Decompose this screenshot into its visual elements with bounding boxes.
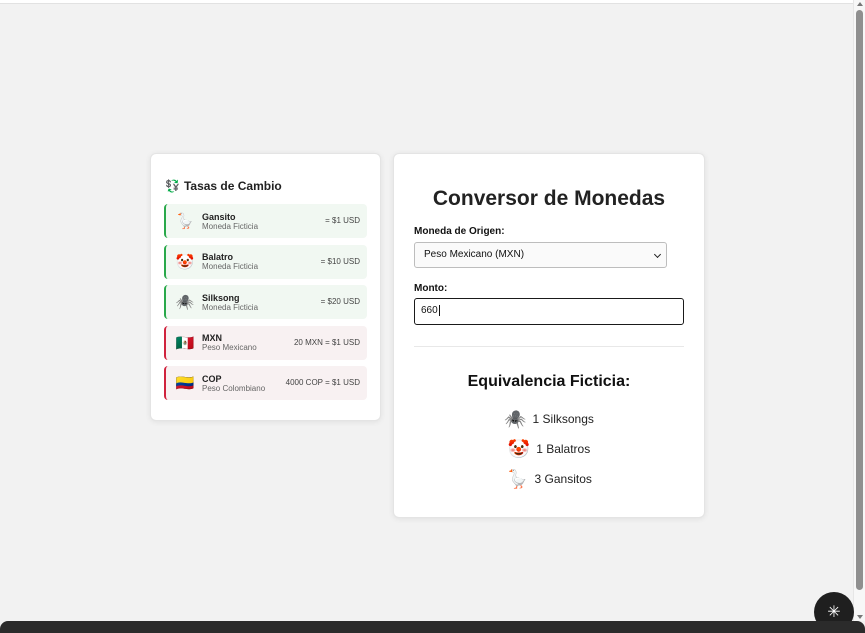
amount-value: 660 [421,305,438,316]
rate-name: Gansito [202,211,236,222]
origin-currency-value: Peso Mexicano (MXN) [424,249,525,260]
rate-name: Silksong [202,292,240,303]
rate-subtitle: Moneda Ficticia [202,302,259,312]
bottom-bar [0,621,865,633]
equivalence-text: 1 Silksongs [532,412,594,426]
amount-input[interactable]: 660 [414,298,684,325]
rate-value: = $1 USD [325,216,360,225]
rate-subtitle: Peso Mexicano [202,343,257,352]
converter-panel: Conversor de Monedas Moneda de Origen: P… [393,153,705,518]
rate-item-balatro: 🤡 Balatro Moneda Ficticia = $10 USD [164,244,367,279]
rate-subtitle: Peso Colombiano [202,383,266,393]
chevron-down-icon [653,250,662,259]
goose-icon: 🪿 [175,213,195,230]
rate-name: MXN [202,333,222,343]
rate-item-silksong: 🕷️ Silksong Moneda Ficticia = $20 USD [164,285,367,319]
equivalence-item-silksong: 🕷️ 1 Silksongs [394,404,704,434]
origin-currency-label: Moneda de Origen: [414,226,505,237]
colombia-flag-icon: 🇨🇴 [175,375,195,392]
rate-item-gansito: 🪿 Gansito Moneda Ficticia = $1 USD [164,204,367,238]
rate-subtitle: Moneda Ficticia [202,221,259,231]
goose-icon: 🪿 [506,468,529,489]
text-caret [438,304,440,316]
currency-exchange-icon: 💱 [165,179,180,193]
mexico-flag-icon: 🇲🇽 [175,334,195,352]
spider-icon: 🕷️ [504,408,527,429]
rates-panel: 💱 Tasas de Cambio 🪿 Gansito Moneda Ficti… [150,153,381,421]
rates-title-text: Tasas de Cambio [183,179,282,193]
equivalence-text: 3 Gansitos [534,472,592,486]
rate-item-mxn: 🇲🇽 MXN Peso Mexicano 20 MXN = $1 USD [164,325,367,360]
divider [414,346,684,347]
clown-icon: 🤡 [175,253,195,271]
vertical-scrollbar[interactable] [853,0,865,621]
scrollbar-thumb[interactable] [856,10,863,590]
equivalence-item-balatro: 🤡 1 Balatros [394,434,704,464]
spider-icon: 🕷️ [175,294,195,311]
equivalence-text: 1 Balatros [536,442,591,456]
rate-value: = $20 USD [320,297,360,306]
clown-icon: 🤡 [507,438,531,459]
equivalence-list: 🕷️ 1 Silksongs 🤡 1 Balatros 🪿 3 Gansitos [394,404,704,494]
rate-name: COP [202,373,222,384]
scroll-up-arrow-icon[interactable] [857,2,863,6]
browser-top-edge [0,0,854,4]
rate-name: Balatro [202,252,234,262]
rate-item-cop: 🇨🇴 COP Peso Colombiano 4000 COP = $1 USD [164,366,367,400]
rate-value: 20 MXN = $1 USD [293,337,360,347]
scroll-down-arrow-icon[interactable] [857,615,863,619]
rate-list: 🪿 Gansito Moneda Ficticia = $1 USD 🤡 Bal… [164,204,367,407]
amount-label: Monto: [414,283,448,294]
equivalence-title: Equivalencia Ficticia: [467,373,631,390]
rate-value: = $10 USD [320,256,360,266]
loading-spinner-icon: ✳ [827,604,841,621]
origin-currency-select[interactable]: Peso Mexicano (MXN) [414,242,667,268]
converter-title: Conversor de Monedas [432,187,666,210]
rates-title: 💱 Tasas de Cambio [165,179,282,193]
rate-subtitle: Moneda Ficticia [202,262,259,271]
equivalence-item-gansito: 🪿 3 Gansitos [394,464,704,494]
rate-value: 4000 COP = $1 USD [285,378,360,387]
